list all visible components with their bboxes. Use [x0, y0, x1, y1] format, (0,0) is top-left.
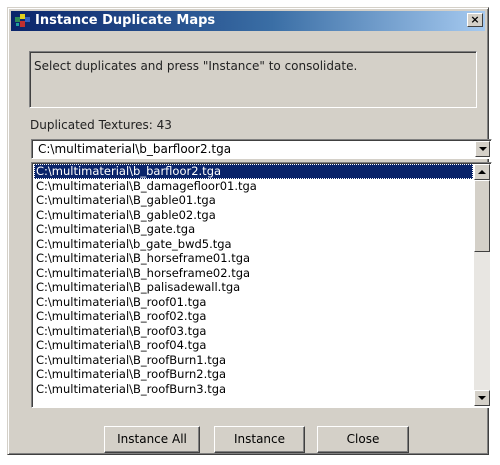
- close-icon: ×: [470, 13, 480, 26]
- scroll-thumb[interactable]: [474, 180, 490, 252]
- close-button[interactable]: Close: [317, 426, 409, 453]
- list-item[interactable]: C:\multimaterial\B_roof02.tga: [34, 309, 473, 324]
- close-window-button[interactable]: ×: [467, 13, 483, 27]
- app-icon: [15, 14, 30, 27]
- scroll-up-button[interactable]: [474, 164, 490, 180]
- list-item[interactable]: C:\multimaterial\B_horseframe02.tga: [34, 266, 473, 281]
- list-item[interactable]: C:\multimaterial\b_gate_bwd5.tga: [34, 237, 473, 252]
- duplicates-listbox[interactable]: C:\multimaterial\b_barfloor2.tga C:\multi…: [31, 162, 492, 408]
- scroll-up-icon: [478, 170, 486, 174]
- list-item[interactable]: C:\multimaterial\B_roof04.tga: [34, 338, 473, 353]
- list-item[interactable]: C:\multimaterial\B_gable01.tga: [34, 193, 473, 208]
- list-item[interactable]: C:\multimaterial\B_roof03.tga: [34, 324, 473, 339]
- list-item[interactable]: C:\multimaterial\B_roofBurn3.tga: [34, 382, 473, 397]
- list-item[interactable]: C:\multimaterial\B_gable02.tga: [34, 208, 473, 223]
- list-item[interactable]: C:\multimaterial\B_palisadewall.tga: [34, 280, 473, 295]
- instructions-text: Select duplicates and press "Instance" t…: [29, 51, 477, 108]
- instance-all-button[interactable]: Instance All: [104, 426, 200, 453]
- instance-button[interactable]: Instance: [214, 426, 305, 453]
- list-item[interactable]: C:\multimaterial\B_horseframe01.tga: [34, 251, 473, 266]
- dropdown-selected-value: C:\multimaterial\b_barfloor2.tga: [38, 142, 232, 156]
- list-item[interactable]: C:\multimaterial\b_barfloor2.tga: [34, 164, 473, 179]
- duplicates-list: C:\multimaterial\b_barfloor2.tga C:\multi…: [34, 164, 473, 396]
- dropdown-button[interactable]: [475, 141, 490, 157]
- dialog-window: Instance Duplicate Maps × Select duplica…: [7, 7, 492, 455]
- list-item[interactable]: C:\multimaterial\B_roofBurn2.tga: [34, 367, 473, 382]
- list-item[interactable]: C:\multimaterial\B_roofBurn1.tga: [34, 353, 473, 368]
- window-title: Instance Duplicate Maps: [35, 13, 216, 28]
- list-item[interactable]: C:\multimaterial\B_damagefloor01.tga: [34, 179, 473, 194]
- chevron-down-icon: [479, 147, 487, 151]
- list-item[interactable]: C:\multimaterial\B_roof01.tga: [34, 295, 473, 310]
- vertical-scrollbar[interactable]: [474, 164, 490, 406]
- scroll-down-icon: [478, 396, 486, 400]
- duplicated-textures-label: Duplicated Textures: 43: [30, 118, 172, 132]
- list-item[interactable]: C:\multimaterial\B_gate.tga: [34, 222, 473, 237]
- title-bar[interactable]: Instance Duplicate Maps ×: [11, 11, 485, 31]
- scroll-down-button[interactable]: [474, 390, 490, 406]
- texture-dropdown[interactable]: C:\multimaterial\b_barfloor2.tga: [31, 139, 492, 159]
